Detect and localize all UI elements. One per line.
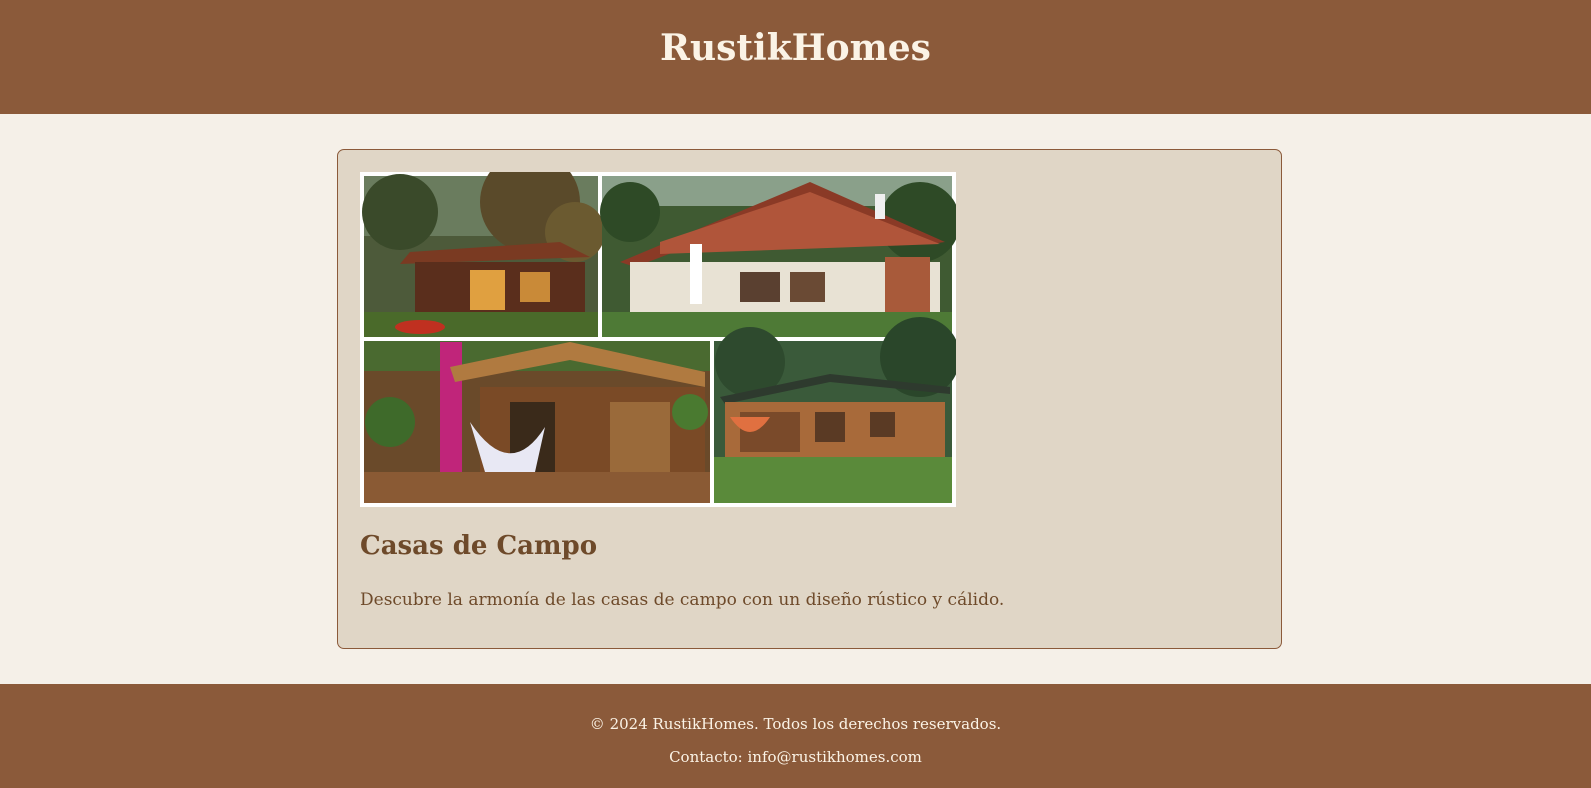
site-title: RustikHomes — [660, 27, 931, 69]
property-card: Casas de Campo Descubre la armonía de la… — [337, 149, 1282, 649]
photo-tile-3 — [364, 341, 710, 503]
contact-text[interactable]: Contacto: info@rustikhomes.com — [0, 748, 1591, 766]
card-description: Descubre la armonía de las casas de camp… — [360, 590, 1005, 610]
country-houses-collage-image — [360, 172, 956, 507]
photo-tile-2 — [600, 176, 956, 337]
photo-tile-1 — [362, 172, 605, 337]
photo-tile-4 — [714, 317, 956, 503]
site-footer: © 2024 RustikHomes. Todos los derechos r… — [0, 684, 1591, 788]
card-title: Casas de Campo — [360, 531, 598, 561]
copyright-text: © 2024 RustikHomes. Todos los derechos r… — [589, 715, 1002, 733]
site-header: RustikHomes — [0, 0, 1591, 114]
